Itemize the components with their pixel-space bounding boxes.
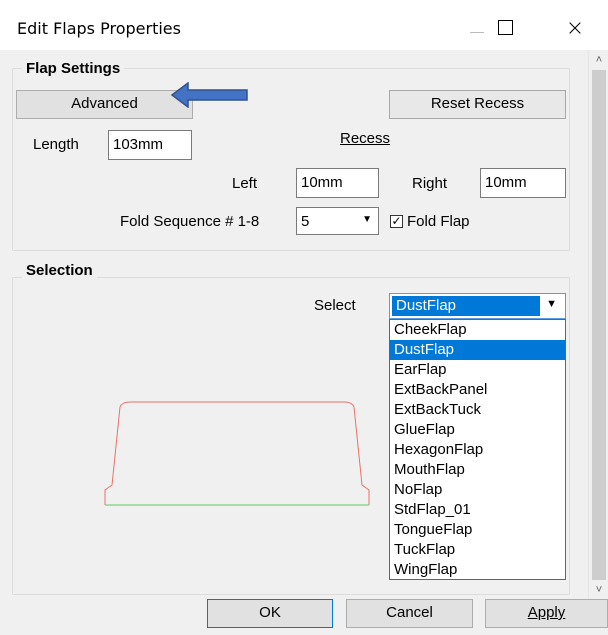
fold-sequence-value: 5 [301, 213, 310, 230]
length-label: Length [33, 136, 79, 153]
right-label: Right [412, 175, 448, 192]
dropdown-option[interactable]: DustFlap [390, 340, 565, 360]
fold-flap-label[interactable]: Fold Flap [407, 213, 470, 230]
left-arrow-icon [170, 82, 248, 108]
fold-sequence-label: Fold Sequence # 1-8 [120, 213, 260, 230]
dropdown-option[interactable]: StdFlap_01 [390, 500, 565, 520]
dropdown-option[interactable]: TongueFlap [390, 520, 565, 540]
recess-label: Recess [340, 130, 391, 147]
dropdown-option[interactable]: TuckFlap [390, 540, 565, 560]
left-label: Left [232, 175, 258, 192]
dropdown-option[interactable]: WingFlap [390, 560, 565, 580]
dropdown-option[interactable]: EarFlap [390, 360, 565, 380]
selection-legend: Selection [22, 262, 97, 279]
cancel-button[interactable]: Cancel [346, 599, 473, 628]
flap-preview-shape [104, 401, 370, 506]
flap-settings-legend: Flap Settings [22, 60, 125, 77]
close-icon[interactable]: × [560, 14, 590, 44]
window-title: Edit Flaps Properties [17, 19, 181, 38]
dropdown-option[interactable]: ExtBackTuck [390, 400, 565, 420]
ok-button[interactable]: OK [207, 599, 333, 628]
length-input[interactable]: 103mm [108, 130, 192, 160]
flap-type-select[interactable]: DustFlap ▼ [389, 293, 566, 319]
dropdown-option[interactable]: MouthFlap [390, 460, 565, 480]
minimize-icon[interactable] [466, 14, 496, 44]
flap-type-selected-value: DustFlap [392, 296, 540, 316]
advanced-button[interactable]: Advanced [16, 90, 193, 119]
fold-flap-checkbox[interactable]: ✓ [390, 215, 403, 228]
flap-type-dropdown-list[interactable]: CheekFlap DustFlap EarFlap ExtBackPanel … [389, 319, 566, 580]
chevron-down-icon[interactable]: ▼ [546, 298, 557, 310]
scroll-down-icon[interactable]: ˅ [593, 584, 605, 596]
scroll-up-icon[interactable]: ˄ [593, 54, 605, 66]
scrollbar-thumb[interactable] [592, 70, 606, 580]
dropdown-option[interactable]: HexagonFlap [390, 440, 565, 460]
left-recess-input[interactable]: 10mm [296, 168, 379, 198]
dropdown-option[interactable]: NoFlap [390, 480, 565, 500]
right-recess-input[interactable]: 10mm [480, 168, 566, 198]
fold-sequence-select[interactable]: 5 ▼ [296, 207, 379, 235]
chevron-down-icon: ▼ [362, 214, 372, 225]
dropdown-option[interactable]: ExtBackPanel [390, 380, 565, 400]
dropdown-option[interactable]: CheekFlap [390, 320, 565, 340]
maximize-icon[interactable] [494, 14, 524, 44]
apply-button[interactable]: Apply [485, 599, 608, 628]
reset-recess-button[interactable]: Reset Recess [389, 90, 566, 119]
select-label: Select [314, 297, 356, 314]
dropdown-option[interactable]: GlueFlap [390, 420, 565, 440]
title-bar: Edit Flaps Properties × [0, 0, 608, 50]
vertical-scrollbar[interactable]: ˄ ˅ [588, 50, 608, 600]
